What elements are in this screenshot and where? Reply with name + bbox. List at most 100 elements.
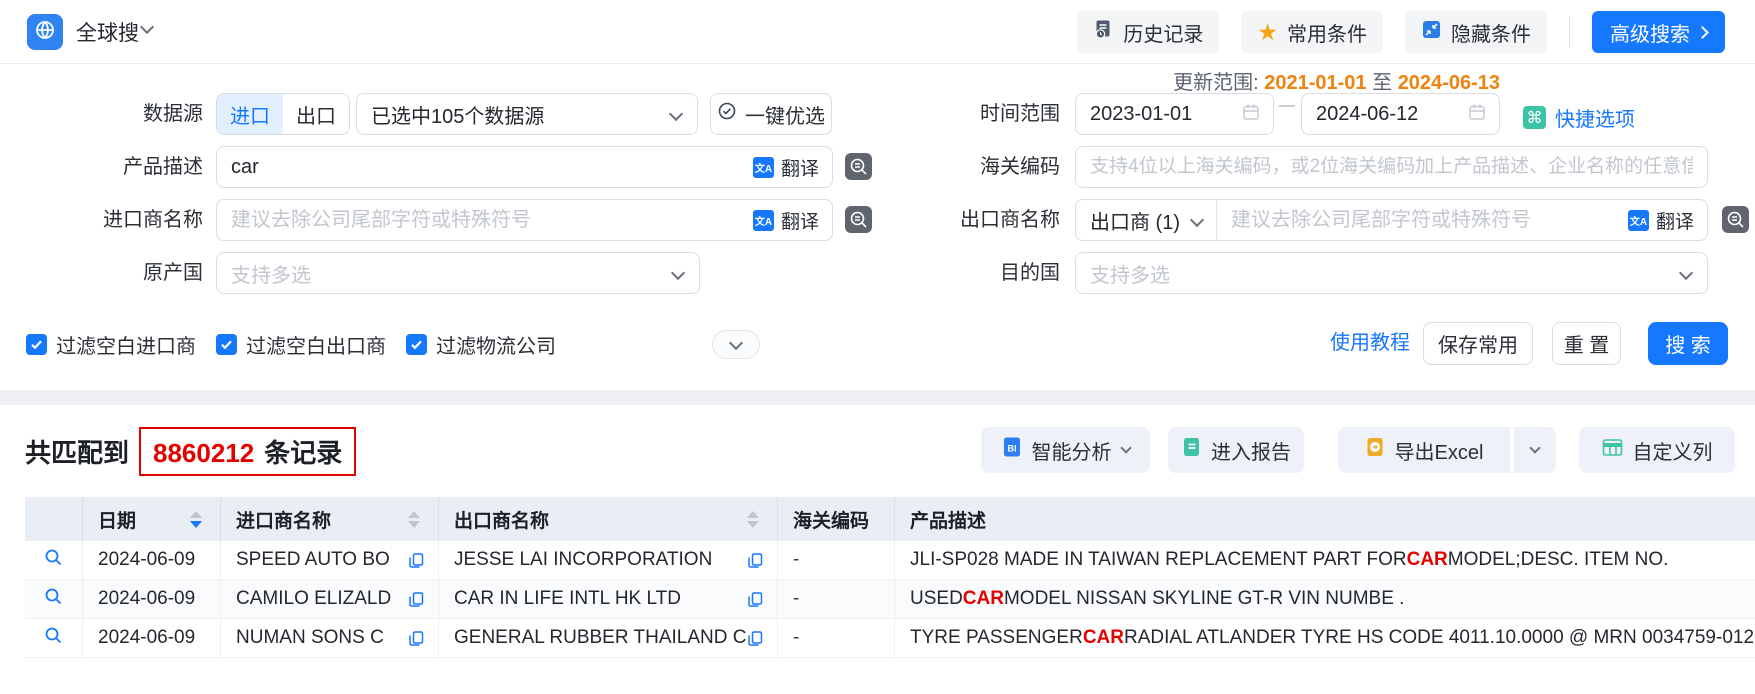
- sort-icon-importer[interactable]: [408, 511, 420, 528]
- time-range-label: 时间范围: [900, 93, 1060, 135]
- table-row: 2024-06-09 SPEED AUTO BO JESSE LAI INCOR…: [25, 541, 1755, 580]
- highlighted-keyword: CAR: [963, 588, 1004, 610]
- search-button[interactable]: 搜 索: [1648, 322, 1728, 365]
- dest-country-select[interactable]: 支持多选: [1075, 252, 1708, 294]
- header-date[interactable]: 日期: [83, 497, 221, 541]
- translate-button[interactable]: 文A 翻译: [753, 154, 832, 181]
- translate-icon: 文A: [753, 210, 774, 231]
- collapse-form-button[interactable]: [712, 330, 760, 359]
- history-button[interactable]: 历史记录: [1077, 11, 1219, 53]
- filter-blank-importer-checkbox[interactable]: 过滤空白进口商: [26, 330, 196, 359]
- translate-button[interactable]: 文A 翻译: [1628, 207, 1707, 234]
- date-end-input[interactable]: 2024-06-12: [1301, 93, 1500, 135]
- translate-button[interactable]: 文A 翻译: [753, 207, 832, 234]
- exact-match-search-icon[interactable]: [845, 153, 872, 180]
- sort-icon-date[interactable]: [190, 511, 202, 528]
- detail-cell: [25, 541, 83, 579]
- date-start-value: 2023-01-01: [1076, 103, 1192, 126]
- app-logo: [27, 14, 63, 50]
- hide-conditions-button[interactable]: 隐藏条件: [1405, 11, 1547, 53]
- translate-icon: 文A: [1628, 210, 1649, 231]
- copy-icon[interactable]: [747, 591, 764, 608]
- search-magnifier-icon[interactable]: [44, 626, 63, 651]
- importer-cell: NUMAN SONS C: [221, 619, 439, 657]
- update-start-date: 2021-01-01: [1264, 72, 1366, 94]
- table-header-row: 日期 进口商名称 出口商名称 海关编码 产品描述: [25, 497, 1755, 541]
- chevron-down-icon: [671, 266, 685, 280]
- exact-match-search-icon[interactable]: [845, 206, 872, 233]
- smart-analysis-button[interactable]: BI 智能分析: [981, 427, 1150, 473]
- favorites-button[interactable]: ★ 常用条件: [1241, 11, 1383, 53]
- sort-icon-exporter[interactable]: [747, 511, 759, 528]
- match-count-suffix: 条记录: [264, 433, 342, 470]
- origin-country-select[interactable]: 支持多选: [216, 252, 700, 294]
- hs-code-label: 海关编码: [900, 146, 1060, 188]
- export-excel-label: 导出Excel: [1395, 436, 1484, 465]
- import-tab[interactable]: 进口: [217, 94, 283, 134]
- collapse-arrows-icon: [1421, 19, 1442, 46]
- copy-icon[interactable]: [408, 630, 425, 647]
- importer-cell: CAMILO ELIZALD: [221, 580, 439, 618]
- date-cell: 2024-06-09: [83, 541, 221, 579]
- chevron-down-icon: [1190, 213, 1204, 227]
- star-icon: ★: [1257, 21, 1278, 44]
- importer-name-input[interactable]: [217, 200, 753, 240]
- export-tab[interactable]: 出口: [283, 94, 349, 134]
- search-magnifier-icon[interactable]: [44, 548, 63, 573]
- bi-chart-icon: BI: [1002, 436, 1022, 464]
- enter-report-button[interactable]: 进入报告: [1168, 427, 1304, 473]
- chevron-down-icon: [1679, 266, 1693, 280]
- product-desc-label: 产品描述: [0, 146, 203, 188]
- results-table: 日期 进口商名称 出口商名称 海关编码 产品描述 2024-06-09: [25, 497, 1755, 658]
- quick-options-button[interactable]: ⌘ 快捷选项: [1523, 103, 1635, 132]
- hs-code-input[interactable]: [1076, 147, 1707, 187]
- custom-columns-label: 自定义列: [1633, 436, 1713, 465]
- update-range: 更新范围: 2021-01-01 至 2024-06-13: [1173, 66, 1500, 95]
- date-start-input[interactable]: 2023-01-01: [1075, 93, 1274, 135]
- copy-icon[interactable]: [747, 630, 764, 647]
- custom-columns-button[interactable]: 自定义列: [1579, 427, 1735, 473]
- chevron-down-icon: [1120, 442, 1131, 453]
- copy-icon[interactable]: [408, 552, 425, 569]
- detail-cell: [25, 619, 83, 657]
- filter-logistics-checkbox[interactable]: 过滤物流公司: [406, 330, 556, 359]
- hs-code-cell: -: [778, 619, 895, 657]
- filter-blank-exporter-label: 过滤空白出口商: [246, 330, 386, 359]
- reset-button[interactable]: 重 置: [1552, 322, 1621, 365]
- product-desc-cell: USED CAR MODEL NISSAN SKYLINE GT-R VIN N…: [895, 580, 1755, 618]
- chevron-right-icon: [1696, 26, 1709, 39]
- header-importer[interactable]: 进口商名称: [221, 497, 439, 541]
- detail-cell: [25, 580, 83, 618]
- hs-code-cell: -: [778, 541, 895, 579]
- export-options-chevron-button[interactable]: [1512, 427, 1556, 473]
- copy-icon[interactable]: [408, 591, 425, 608]
- save-common-button[interactable]: 保存常用: [1423, 322, 1533, 365]
- header-detail-column: [25, 497, 83, 541]
- update-range-label: 更新范围:: [1173, 72, 1259, 94]
- app-switch-chevron-down-icon[interactable]: [140, 20, 154, 34]
- tutorial-link[interactable]: 使用教程: [1330, 322, 1410, 365]
- export-doc-icon: [1365, 436, 1385, 464]
- checkbox-checked-icon: [406, 334, 427, 355]
- favorites-label: 常用条件: [1287, 18, 1367, 47]
- copy-icon[interactable]: [747, 552, 764, 569]
- exact-match-search-icon[interactable]: [1722, 206, 1749, 233]
- chevron-down-icon: [1529, 442, 1540, 453]
- topbar-actions: 历史记录 ★ 常用条件 隐藏条件 高级搜索: [1077, 11, 1725, 53]
- exporter-cell: JESSE LAI INCORPORATION: [439, 541, 778, 579]
- hs-code-cell: -: [778, 580, 895, 618]
- advanced-search-button[interactable]: 高级搜索: [1592, 11, 1725, 53]
- exporter-type-select[interactable]: 出口商 (1): [1076, 200, 1217, 240]
- exporter-name-input[interactable]: [1217, 200, 1628, 240]
- filter-logistics-label: 过滤物流公司: [436, 330, 556, 359]
- filter-blank-exporter-checkbox[interactable]: 过滤空白出口商: [216, 330, 386, 359]
- one-click-optimize-button[interactable]: 一键优选: [710, 93, 832, 135]
- product-desc-input[interactable]: [217, 147, 753, 187]
- table-columns-icon: [1602, 438, 1623, 463]
- export-excel-button[interactable]: 导出Excel: [1338, 427, 1510, 473]
- search-magnifier-icon[interactable]: [44, 587, 63, 612]
- header-exporter[interactable]: 出口商名称: [439, 497, 778, 541]
- data-source-select[interactable]: 已选中105个数据源: [356, 93, 698, 135]
- globe-icon: [33, 18, 57, 47]
- translate-label: 翻译: [1656, 207, 1694, 234]
